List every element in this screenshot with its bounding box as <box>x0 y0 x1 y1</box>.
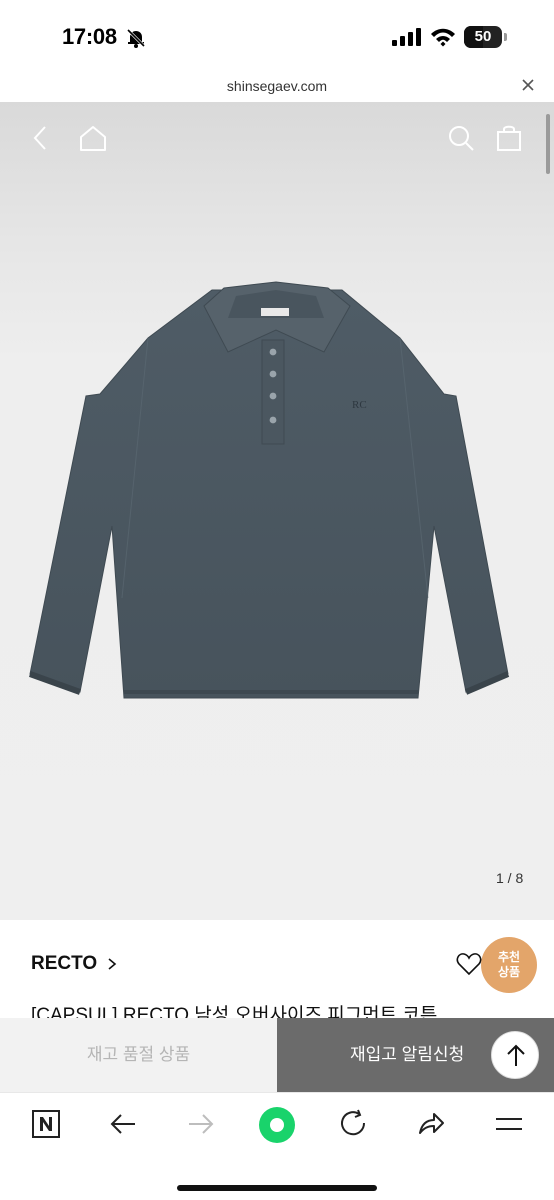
soldout-button: 재고 품절 상품 <box>0 1018 277 1092</box>
badge-line-1: 추천 <box>497 950 521 964</box>
forward-arrow-icon <box>189 1114 214 1134</box>
recommend-badge[interactable]: 추천 상품 <box>481 937 537 993</box>
menu-icon[interactable] <box>494 1109 524 1139</box>
url-bar[interactable]: shinsegaev.com <box>0 70 554 102</box>
product-photo[interactable]: RC <box>24 278 530 718</box>
home-indicator <box>177 1185 377 1191</box>
badge-line-2: 상품 <box>497 965 521 979</box>
scroll-top-button[interactable] <box>491 1031 539 1079</box>
heart-icon[interactable] <box>456 952 482 976</box>
scrollbar[interactable] <box>546 114 550 174</box>
close-icon[interactable] <box>519 76 537 94</box>
status-time: 17:08 <box>62 24 117 49</box>
shopping-bag-icon[interactable] <box>494 123 524 153</box>
wifi-icon <box>431 28 455 47</box>
share-icon[interactable] <box>416 1109 446 1139</box>
signal-icon <box>392 28 421 46</box>
chevron-right-icon[interactable] <box>106 956 118 972</box>
brand-link[interactable]: RECTO <box>31 953 97 975</box>
url-domain[interactable]: shinsegaev.com <box>0 78 554 94</box>
search-icon[interactable] <box>446 123 476 153</box>
svg-text:RC: RC <box>352 399 367 411</box>
bell-off-icon <box>126 28 146 48</box>
green-dot-icon[interactable] <box>258 1106 296 1144</box>
product-image-area[interactable]: RC 1 / 8 <box>0 102 554 920</box>
product-info: RECTO 추천 상품 [CAPSUL] RECTO 남성 오버사이즈 피그먼트… <box>0 920 554 1026</box>
image-pager: 1 / 8 <box>496 870 524 886</box>
refresh-icon[interactable] <box>339 1109 369 1139</box>
action-bar: 재고 품절 상품 재입고 알림신청 <box>0 1018 554 1092</box>
home-icon[interactable] <box>78 123 108 153</box>
product-top-nav <box>0 102 554 174</box>
battery-cap <box>504 33 507 41</box>
battery-body: 50 <box>464 26 502 48</box>
arrow-up-icon <box>507 1044 525 1066</box>
back-icon[interactable] <box>26 123 56 153</box>
back-arrow-icon[interactable] <box>108 1109 138 1139</box>
status-bar: 17:08 50 <box>0 0 554 70</box>
battery-icon: 50 <box>464 26 508 48</box>
naver-n-icon[interactable] <box>31 1109 61 1139</box>
battery-level: 50 <box>474 28 492 45</box>
browser-toolbar <box>0 1092 554 1200</box>
